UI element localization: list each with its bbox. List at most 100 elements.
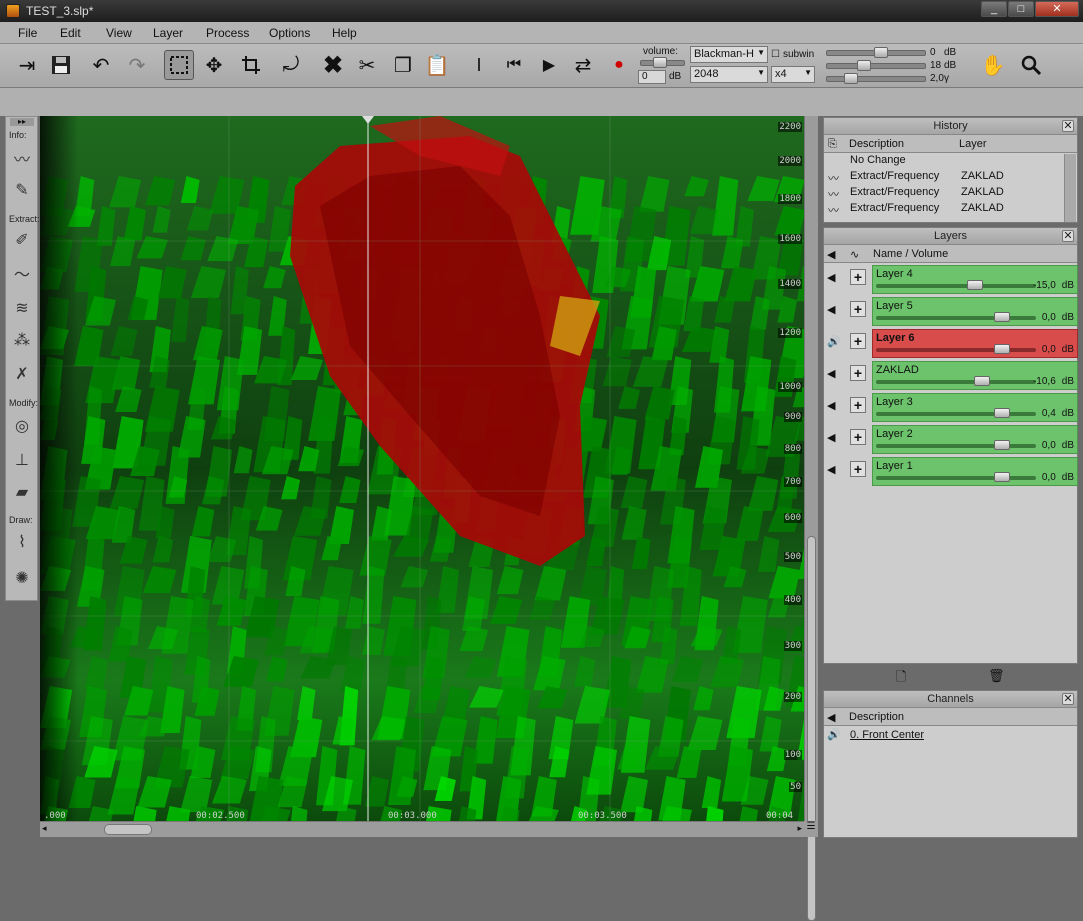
layer-row[interactable]: ◀ + Layer 3 0,4 dB (824, 391, 1078, 423)
plus-icon[interactable]: + (850, 301, 866, 317)
layer-box[interactable]: Layer 2 0,0 dB (872, 425, 1078, 454)
layer-row[interactable]: ◀ + ZAKLAD -10,6 dB (824, 359, 1078, 391)
layer-volume-knob[interactable] (994, 408, 1010, 418)
plus-icon[interactable]: + (850, 461, 866, 477)
history-row[interactable]: No Change (824, 153, 1077, 169)
history-close-icon[interactable]: ✕ (1062, 120, 1074, 132)
layer-box[interactable]: Layer 4 -15,0 dB (872, 265, 1078, 294)
layer-volume-slider[interactable] (876, 280, 1036, 290)
extract-noise-icon[interactable]: ⁂ (10, 329, 34, 351)
scroll-left-icon[interactable]: ◂ (42, 823, 47, 834)
layer-volume-slider[interactable] (876, 440, 1036, 450)
layer-volume-knob[interactable] (994, 312, 1010, 322)
speaker-icon[interactable]: ◀ (827, 399, 835, 412)
display-range-slider[interactable] (826, 60, 926, 71)
history-row[interactable]: 〰 Extract/Frequency ZAKLAD (824, 185, 1077, 201)
minimize-button[interactable]: _ (981, 1, 1007, 17)
layer-volume-knob[interactable] (994, 472, 1010, 482)
layer-row[interactable]: ◀ + Layer 5 0,0 dB (824, 295, 1078, 327)
move-icon[interactable]: ✥ (199, 50, 229, 80)
layer-box[interactable]: Layer 3 0,4 dB (872, 393, 1078, 422)
speaker-icon[interactable]: ◀ (827, 463, 835, 476)
layer-volume-slider[interactable] (876, 376, 1036, 386)
menu-corner-icon[interactable]: ☰ (804, 821, 818, 837)
hand-icon[interactable]: ✋ (978, 50, 1008, 80)
menu-file[interactable]: File (18, 26, 37, 40)
spectrogram-view[interactable] (40, 116, 804, 821)
skip-start-icon[interactable]: ⏮ (499, 50, 529, 80)
fft-size-select[interactable]: 2048 ▼ (690, 66, 768, 83)
maximize-button[interactable]: □ (1008, 1, 1034, 17)
layers-close-icon[interactable]: ✕ (1062, 230, 1074, 242)
vertical-scrollbar[interactable] (804, 116, 818, 921)
spectrum-info-icon[interactable]: 〰 (10, 147, 34, 169)
extract-brush-icon[interactable]: ✐ (10, 229, 34, 251)
plus-icon[interactable]: + (850, 365, 866, 381)
layer-row[interactable]: ◀ + Layer 4 -15,0 dB (824, 263, 1078, 295)
menu-help[interactable]: Help (332, 26, 357, 40)
spectrogram-image[interactable] (40, 116, 804, 821)
record-icon[interactable]: ● (604, 50, 634, 80)
layer-row[interactable]: ◀ + Layer 2 0,0 dB (824, 423, 1078, 455)
play-icon[interactable]: ▶ (534, 50, 564, 80)
plus-icon[interactable]: + (850, 429, 866, 445)
menu-edit[interactable]: Edit (60, 26, 81, 40)
layer-box[interactable]: Layer 5 0,0 dB (872, 297, 1078, 326)
volume-slider-knob[interactable] (653, 57, 667, 68)
delete-icon[interactable]: ✖ (318, 50, 348, 80)
copy-icon[interactable]: ❐ (388, 50, 418, 80)
layer-volume-slider[interactable] (876, 472, 1036, 482)
extract-transient-icon[interactable]: ✗ (10, 363, 34, 385)
horizontal-scrollbar[interactable]: ◂ ▸ (40, 821, 804, 837)
plus-icon[interactable]: + (850, 269, 866, 285)
layer-box[interactable]: Layer 6 0,0 dB (872, 329, 1078, 358)
new-layer-icon[interactable]: 🗋 (896, 668, 906, 690)
layer-row[interactable]: ◀ + Layer 1 0,0 dB (824, 455, 1078, 487)
display-range-knob[interactable] (844, 73, 858, 84)
vertical-scroll-thumb[interactable] (807, 536, 816, 921)
crop-icon[interactable] (236, 50, 266, 80)
modify-eraser-icon[interactable]: ▰ (10, 481, 34, 503)
window-function-select[interactable]: Blackman-H ▼ (690, 46, 768, 63)
modify-stamp-icon[interactable]: ⊥ (10, 449, 34, 471)
menu-options[interactable]: Options (269, 26, 310, 40)
speaker-icon[interactable]: ◀ (827, 303, 835, 316)
display-range-knob[interactable] (857, 60, 871, 71)
cursor-icon[interactable]: I (464, 50, 494, 80)
layer-box[interactable]: ZAKLAD -10,6 dB (872, 361, 1078, 390)
lasso-icon[interactable]: ⤾ (276, 50, 306, 80)
display-range-knob[interactable] (874, 47, 888, 58)
menu-layer[interactable]: Layer (153, 26, 183, 40)
horizontal-scroll-thumb[interactable] (104, 824, 152, 835)
layer-box[interactable]: Layer 1 0,0 dB (872, 457, 1078, 486)
layer-row[interactable]: 🔊 + Layer 6 0,0 dB (824, 327, 1078, 359)
layer-volume-knob[interactable] (994, 344, 1010, 354)
extract-harmonics-icon[interactable]: ≋ (10, 297, 34, 319)
speaker-icon[interactable]: ◀ (827, 271, 835, 284)
redo-icon[interactable]: ↷ (122, 50, 152, 80)
history-scrollbar[interactable] (1064, 154, 1076, 222)
volume-value[interactable]: 0 (638, 70, 666, 84)
menu-view[interactable]: View (106, 26, 132, 40)
rect-select-icon[interactable] (164, 50, 194, 80)
layer-volume-knob[interactable] (994, 440, 1010, 450)
speaker-on-icon[interactable]: 🔊 (827, 728, 841, 741)
display-range-slider[interactable] (826, 73, 926, 84)
layer-volume-slider[interactable] (876, 408, 1036, 418)
plus-icon[interactable]: + (850, 333, 866, 349)
modify-target-icon[interactable]: ◎ (10, 415, 34, 437)
draw-line-icon[interactable]: ⌇ (10, 531, 34, 553)
overlap-select[interactable]: x4 ▼ (771, 66, 815, 83)
import-icon[interactable]: ⇥ (12, 50, 42, 80)
speaker-on-icon[interactable]: 🔊 (827, 335, 841, 348)
paste-icon[interactable]: 📋 (422, 50, 452, 80)
menu-process[interactable]: Process (206, 26, 249, 40)
undo-icon[interactable]: ↶ (86, 50, 116, 80)
speaker-icon[interactable]: ◀ (827, 367, 835, 380)
volume-slider[interactable] (640, 57, 685, 68)
cut-icon[interactable]: ✂ (352, 50, 382, 80)
plus-icon[interactable]: + (850, 397, 866, 413)
layer-volume-knob[interactable] (967, 280, 983, 290)
channel-name[interactable]: 0. Front Center (850, 729, 924, 741)
eyedropper-icon[interactable]: ✎ (10, 179, 34, 201)
